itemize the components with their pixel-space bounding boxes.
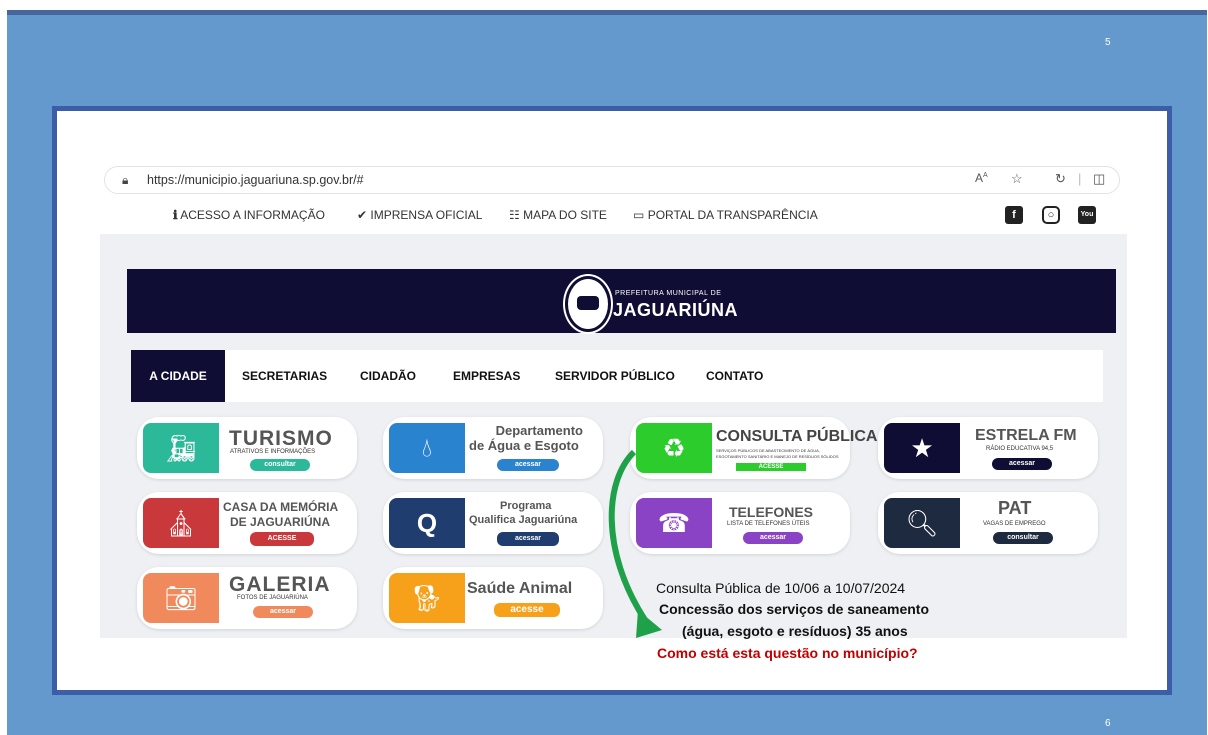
menu-item-a-cidade[interactable]: A CIDADE (131, 350, 225, 402)
facebook-icon[interactable]: f (1005, 206, 1023, 224)
banner-subtitle: PREFEITURA MUNICIPAL DE (615, 290, 722, 297)
card-title: CONSULTA PÚBLICA (716, 428, 878, 445)
acessar-button[interactable]: acessar (992, 458, 1052, 470)
split-screen-icon[interactable]: ◫ (1093, 171, 1105, 187)
nav-label: ACESSO A INFORMAÇÃO (180, 208, 325, 222)
annotation-line-4: Como está esta questão no município? (657, 645, 918, 661)
people-magnifier-icon: 🔍︎ (884, 498, 960, 548)
card-pat[interactable]: 🔍︎ PAT VAGAS DE EMPREGO consultar (878, 492, 1098, 554)
card-casa-da-memoria[interactable]: ⛪︎ CASA DA MEMÓRIA DE JAGUARIÚNA ACESSE (137, 492, 357, 554)
card-title: GALERIA (229, 573, 331, 596)
page-number-bottom: 6 (1105, 718, 1111, 729)
card-subtitle: LISTA DE TELEFONES ÚTEIS (727, 521, 810, 527)
card-title-line2: de Água e Esgoto (469, 438, 579, 453)
banner-title: JAGUARIÚNA (613, 300, 739, 320)
monitor-icon: ▭ (633, 208, 645, 222)
menu-item-servidor-publico[interactable]: SERVIDOR PÚBLICO (555, 350, 675, 402)
read-aloud-icon[interactable]: AA (975, 171, 988, 185)
nav-acesso-informacao[interactable]: ℹ ACESSO A INFORMAÇÃO (173, 208, 325, 222)
instagram-icon[interactable]: ○ (1042, 206, 1060, 224)
favorite-star-icon[interactable]: ☆ (1011, 171, 1023, 187)
address-bar-area: 🔒︎ https://municipio.jaguariuna.sp.gov.b… (100, 162, 1127, 199)
page-number-top: 5 (1105, 37, 1111, 48)
star-fm-icon: ★ (884, 423, 960, 473)
sitemap-icon: ☷ (509, 208, 520, 222)
card-programa-qualifica[interactable]: Q Programa Qualifica Jaguariúna acessar (383, 492, 603, 554)
card-estrela-fm[interactable]: ★ ESTRELA FM RÁDIO EDUCATIVA 94,5 acessa… (878, 417, 1098, 479)
acessar-button[interactable]: acessar (743, 532, 803, 544)
nav-mapa-do-site[interactable]: ☷ MAPA DO SITE (509, 208, 607, 222)
annotation-line-2: Concessão dos serviços de saneamento (659, 601, 929, 617)
card-subtitle-line2: ESGOTAMENTO SANITÁRIO E MANEJO DE RESÍDU… (716, 454, 839, 459)
card-title: PAT (998, 498, 1032, 518)
card-subtitle: ATRATIVOS E INFORMAÇÕES (230, 449, 316, 455)
water-drop-icon: 💧︎ (389, 423, 465, 473)
qualifica-q-icon: Q (389, 498, 465, 548)
divider: | (1078, 171, 1082, 186)
nav-imprensa-oficial[interactable]: ✔ IMPRENSA OFICIAL (357, 208, 482, 222)
card-subtitle: FOTOS DE JAGUARIÚNA (237, 595, 308, 601)
card-subtitle: RÁDIO EDUCATIVA 94,5 (986, 446, 1054, 452)
info-icon: ℹ (173, 208, 178, 222)
card-title: Saúde Animal (467, 580, 573, 597)
youtube-icon[interactable]: You (1078, 206, 1096, 224)
top-utility-nav: ℹ ACESSO A INFORMAÇÃO ✔ IMPRENSA OFICIAL… (100, 199, 1127, 234)
lock-icon[interactable]: 🔒︎ (122, 173, 128, 188)
card-title: TURISMO (229, 427, 333, 450)
annotation-line-3: (água, esgoto e resíduos) 35 anos (682, 623, 908, 639)
card-title-line2: DE JAGUARIÚNA (230, 515, 331, 529)
train-icon: 🚂︎ (143, 423, 219, 473)
acessar-button[interactable]: acessar (497, 459, 559, 471)
extensions-icon[interactable]: ↻ (1055, 171, 1066, 187)
card-title-line2: Qualifica Jaguariúna (469, 514, 578, 526)
church-icon: ⛪︎ (143, 498, 219, 548)
card-title: ESTRELA FM (975, 427, 1077, 444)
jaguariuna-crest-logo (565, 276, 611, 332)
card-subtitle-line1: SERVIÇOS PÚBLICOS DE ABASTECIMENTO DE ÁG… (716, 448, 820, 453)
card-galeria[interactable]: 📷︎ GALERIA FOTOS DE JAGUARIÚNA acessar (137, 567, 357, 629)
card-title-line1: Departamento (495, 423, 583, 438)
site-banner[interactable]: PREFEITURA MUNICIPAL DE JAGUARIÚNA (127, 269, 1116, 333)
annotation-line-1: Consulta Pública de 10/06 a 10/07/2024 (656, 580, 906, 596)
acesse-button[interactable]: acesse (494, 603, 560, 617)
address-bar[interactable]: 🔒︎ https://municipio.jaguariuna.sp.gov.b… (104, 166, 1120, 194)
menu-item-empresas[interactable]: EMPRESAS (453, 350, 520, 402)
check-icon: ✔ (357, 208, 368, 222)
card-title: TELEFONES (729, 504, 814, 520)
menu-item-contato[interactable]: CONTATO (706, 350, 763, 402)
card-turismo[interactable]: 🚂︎ TURISMO ATRATIVOS E INFORMAÇÕES consu… (137, 417, 357, 479)
nav-label: IMPRENSA OFICIAL (370, 208, 483, 222)
nav-label: PORTAL DA TRANSPARÊNCIA (647, 208, 818, 222)
menu-item-secretarias[interactable]: SECRETARIAS (242, 350, 327, 402)
card-title-line1: Programa (500, 500, 552, 512)
acesse-button[interactable]: ACESSE (736, 463, 806, 471)
url-text[interactable]: https://municipio.jaguariuna.sp.gov.br/# (147, 173, 364, 187)
main-menu: A CIDADE SECRETARIAS CIDADÃO EMPRESAS SE… (131, 350, 1103, 402)
card-agua-esgoto[interactable]: 💧︎ Departamento de Água e Esgoto acessar (383, 417, 603, 479)
nav-portal-transparencia[interactable]: ▭ PORTAL DA TRANSPARÊNCIA (633, 208, 818, 222)
consultar-button[interactable]: consultar (993, 532, 1053, 544)
acesse-button[interactable]: ACESSE (250, 532, 314, 546)
acessar-button[interactable]: acessar (497, 532, 559, 546)
card-title-line1: CASA DA MEMÓRIA (223, 500, 339, 514)
pets-icon: 🐕︎ (389, 573, 465, 623)
camera-icon: 📷︎ (143, 573, 219, 623)
nav-label: MAPA DO SITE (523, 208, 607, 222)
consultar-button[interactable]: consultar (250, 459, 310, 471)
menu-item-cidadao[interactable]: CIDADÃO (360, 350, 416, 402)
acessar-button[interactable]: acessar (253, 606, 313, 618)
card-saude-animal[interactable]: 🐕︎ Saúde Animal acesse (383, 567, 603, 629)
card-subtitle: VAGAS DE EMPREGO (983, 521, 1046, 527)
